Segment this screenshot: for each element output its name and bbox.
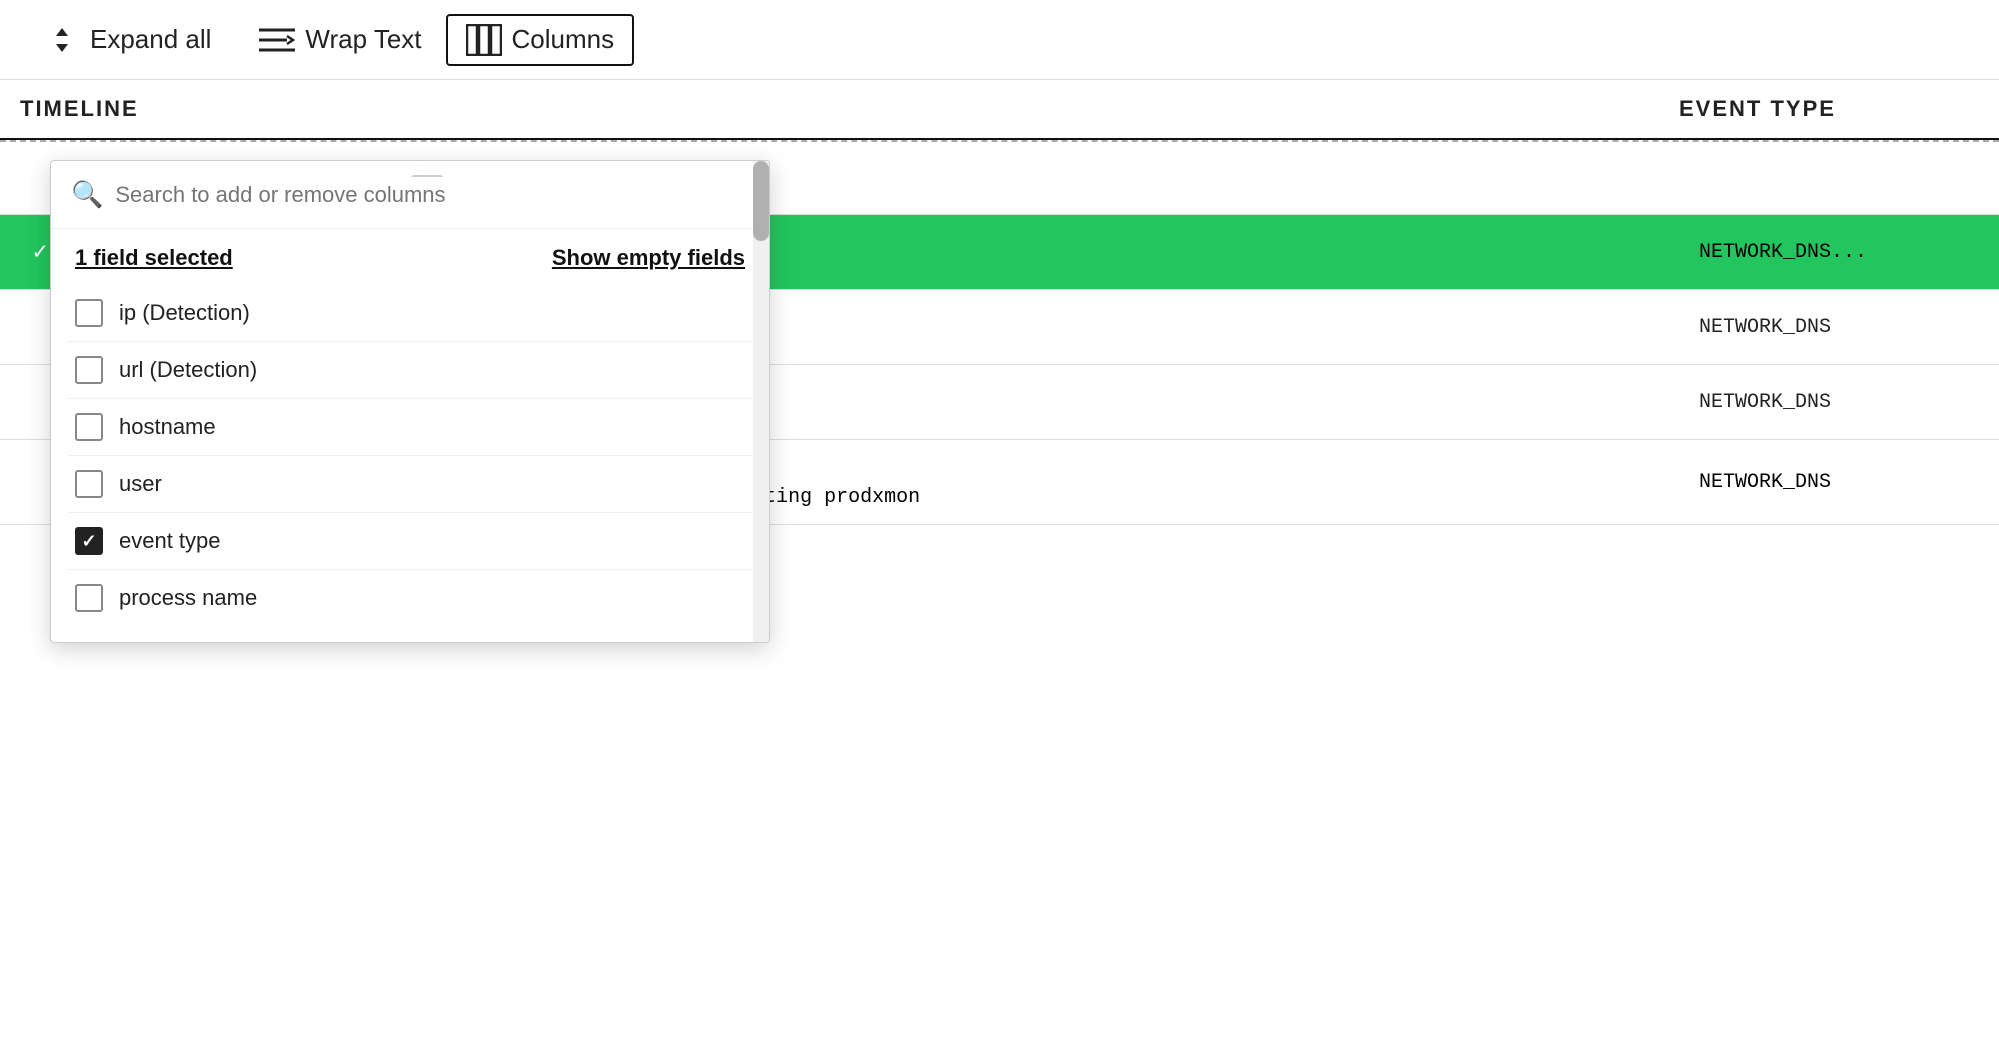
columns-search-input[interactable] [115,182,749,208]
field-item-event_type[interactable]: event type [67,513,753,570]
row-event-type: NETWORK_DNS... [1699,241,1979,264]
main-content: 🔍 TIMELINE EVENT TYPE xx21920704cc--af-c… [0,80,1999,1056]
columns-label: Columns [512,24,615,55]
event-type-column-header: EVENT TYPE [1679,96,1979,122]
field-item-process_name[interactable]: process name [67,570,753,626]
dropdown-header: 1 field selected Show empty fields [51,229,769,281]
field-label-process_name: process name [119,585,257,611]
field-item-hostname[interactable]: hostname [67,399,753,456]
table-header: TIMELINE EVENT TYPE [0,80,1999,140]
field-checkbox-user[interactable] [75,470,103,498]
row-event-type: NETWORK_DNS [1699,316,1979,339]
dropdown-scrollbar-track[interactable] [753,161,769,642]
field-checkbox-url[interactable] [75,356,103,384]
timeline-column-header: TIMELINE [20,96,320,122]
bottom-row-event-type: NETWORK_DNS [1699,471,1979,494]
toolbar: Expand all Wrap Text Columns [0,0,1999,80]
dropdown-search-area: 🔍 [51,161,769,229]
field-label-event_type: event type [119,528,221,554]
expand-all-icon [44,22,80,58]
columns-button[interactable]: Columns [446,14,635,66]
field-label-url: url (Detection) [119,357,257,383]
wrap-text-icon [259,26,295,54]
field-label-hostname: hostname [119,414,216,440]
field-checkbox-hostname[interactable] [75,413,103,441]
field-label-user: user [119,471,162,497]
fields-selected-label: 1 field selected [75,245,233,271]
show-empty-fields-button[interactable]: Show empty fields [552,245,745,271]
expand-all-label: Expand all [90,24,211,55]
field-item-ip[interactable]: ip (Detection) [67,285,753,342]
dropdown-scrollbar-thumb[interactable] [753,161,769,241]
wrap-text-button[interactable]: Wrap Text [235,14,445,65]
wrap-text-label: Wrap Text [305,24,421,55]
columns-dropdown: 🔍 1 field selected Show empty fields ip … [50,160,770,643]
field-checkbox-event_type[interactable] [75,527,103,555]
field-list: ip (Detection) url (Detection) hostname use… [51,281,769,642]
columns-icon [466,24,502,56]
field-checkbox-process_name[interactable] [75,584,103,612]
row-checkmark-icon: ✓ [33,237,47,267]
field-item-user[interactable]: user [67,456,753,513]
expand-all-button[interactable]: Expand all [20,12,235,68]
field-item-url[interactable]: url (Detection) [67,342,753,399]
row-event-type: NETWORK_DNS [1699,391,1979,414]
dropdown-search-icon: 🔍 [71,179,103,210]
field-checkbox-ip[interactable] [75,299,103,327]
field-label-ip: ip (Detection) [119,300,250,326]
